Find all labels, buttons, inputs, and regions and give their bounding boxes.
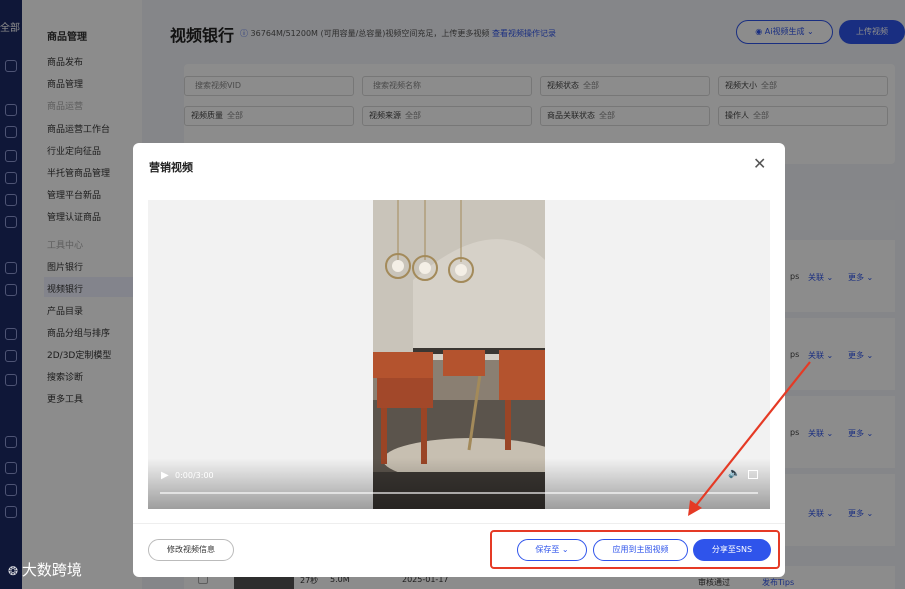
watermark-text: 大数跨境	[21, 561, 82, 579]
watermark-logo-icon: ❂	[8, 564, 22, 578]
annotation-arrow-icon	[688, 361, 811, 516]
watermark: ❂ 大数跨境	[8, 559, 82, 580]
